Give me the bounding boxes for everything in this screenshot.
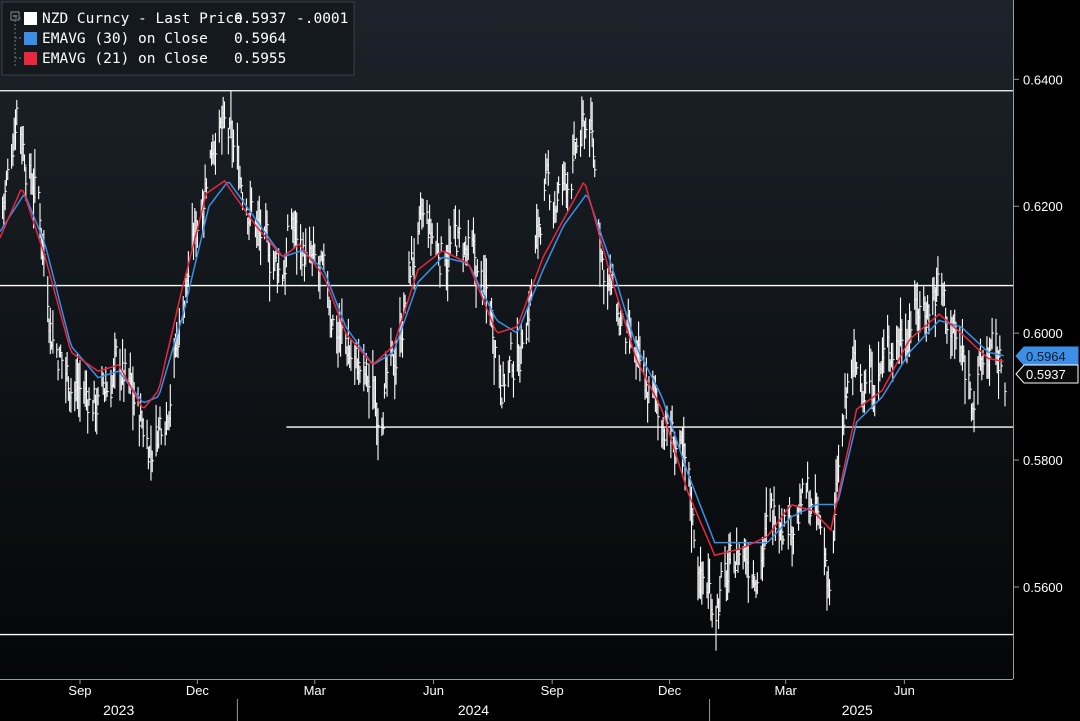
y-tick-label: 0.6200 xyxy=(1023,199,1063,214)
legend-item[interactable]: EMAVG (30) on Close 0.5964 xyxy=(15,31,287,47)
x-tick-label: Dec xyxy=(658,683,682,698)
legend-series-name: EMAVG (30) on Close xyxy=(42,31,208,47)
y-tick-label: 0.5800 xyxy=(1023,453,1063,468)
plot-background xyxy=(0,0,1013,679)
last-value-tags: 0.5964 0.5937 xyxy=(1015,346,1079,384)
y-tick-label: 0.5600 xyxy=(1023,580,1063,595)
last-value-tag-label: 0.5964 xyxy=(1026,349,1066,364)
x-tick-label: Mar xyxy=(304,683,327,698)
year-label: 2025 xyxy=(842,702,873,718)
year-label: 2024 xyxy=(458,702,489,718)
legend-item[interactable]: EMAVG (21) on Close 0.5955 xyxy=(15,51,286,67)
price-chart: 0.6400 0.6200 0.6000 0.5800 0.5600 Sep Dec Mar… xyxy=(0,0,1079,721)
legend[interactable]: NZD Curncy - Last Price0.5937 -.0001 EMAVG… xyxy=(1,1,355,76)
legend-swatch xyxy=(24,52,37,65)
legend-value: 0.5955 xyxy=(234,51,286,67)
x-tick-label: Jun xyxy=(894,683,915,698)
x-tick-label: Sep xyxy=(541,683,564,698)
legend-value: 0.5937 xyxy=(234,11,286,27)
legend-series-name: NZD Curncy - Last Price xyxy=(42,11,243,27)
x-tick-label: Dec xyxy=(186,683,210,698)
x-tick-label: Jun xyxy=(423,683,444,698)
last-value-tag-label: 0.5937 xyxy=(1026,367,1066,382)
last-value-tag: 0.5937 xyxy=(1015,364,1079,384)
legend-swatch xyxy=(24,32,37,45)
legend-change: -.0001 xyxy=(296,11,348,27)
y-tick-label: 0.6000 xyxy=(1023,326,1063,341)
legend-series-name: EMAVG (21) on Close xyxy=(42,51,208,67)
x-tick-label: Mar xyxy=(774,683,797,698)
y-tick-label: 0.6400 xyxy=(1023,72,1063,87)
legend-value: 0.5964 xyxy=(234,31,287,47)
year-label: 2023 xyxy=(103,702,134,718)
x-axis: Sep Dec Mar Jun Sep Dec Mar Jun 2023 2024 2025 xyxy=(0,679,1013,721)
last-value-tag: 0.5964 xyxy=(1015,346,1079,366)
y-axis: 0.6400 0.6200 0.6000 0.5800 0.5600 xyxy=(1013,0,1063,679)
chart-container: 0.6400 0.6200 0.6000 0.5800 0.5600 Sep Dec Mar… xyxy=(0,0,1080,721)
x-tick-label: Sep xyxy=(68,683,91,698)
legend-item[interactable]: NZD Curncy - Last Price0.5937 -.0001 xyxy=(15,11,348,27)
legend-swatch xyxy=(24,12,37,25)
